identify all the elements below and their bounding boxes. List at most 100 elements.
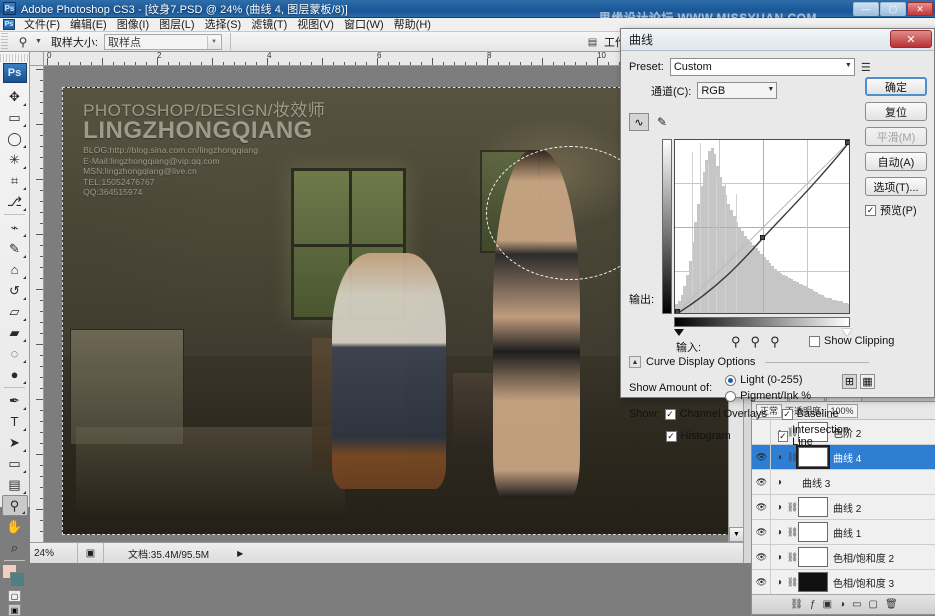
curve-control-point[interactable] <box>845 140 850 145</box>
minimize-button[interactable]: — <box>853 2 879 16</box>
toolbox-grip[interactable] <box>0 54 29 62</box>
close-icon[interactable]: ✕ <box>890 30 932 48</box>
options-bar-grip[interactable] <box>1 33 8 51</box>
layer-mask-thumbnail[interactable] <box>798 522 828 542</box>
menu-item-edit[interactable]: 编辑(E) <box>65 18 112 32</box>
black-point-eyedropper-icon[interactable]: ⚲ <box>731 334 741 350</box>
visibility-toggle-icon[interactable]: 👁 <box>753 570 771 594</box>
sample-size-select[interactable]: 取样点 ▼ <box>104 34 222 50</box>
curve-point-icon[interactable]: ∿ <box>629 113 649 131</box>
layer-mask-thumbnail[interactable] <box>798 447 828 467</box>
auto-button[interactable]: 自动(A) <box>865 152 927 171</box>
maximize-button[interactable]: ▢ <box>880 2 906 16</box>
color-swatches[interactable] <box>2 564 28 588</box>
layer-row-curves-1[interactable]: 👁 ◑ ⛓ 曲线 1 <box>752 520 935 545</box>
brush-tool[interactable]: ✎ <box>2 238 28 259</box>
path-selection-tool[interactable]: ➤ <box>2 432 28 453</box>
channel-overlays-checkbox[interactable]: ✓ <box>665 409 676 420</box>
close-button[interactable]: ✕ <box>907 2 933 16</box>
magic-wand-tool[interactable]: ✳ <box>2 149 28 170</box>
layer-mask-thumbnail[interactable] <box>798 572 828 592</box>
collapse-triangle-icon[interactable]: ▲ <box>629 356 641 368</box>
show-clipping-row[interactable]: ✓ Show Clipping <box>809 335 894 347</box>
baseline-checkbox[interactable]: ✓ <box>782 409 793 420</box>
gradient-tool[interactable]: ▰ <box>2 322 28 343</box>
blur-tool[interactable]: ◌ <box>2 343 28 364</box>
hand-tool[interactable]: ✋ <box>2 516 28 537</box>
channel-overlays-row[interactable]: ✓ Channel Overlays <box>665 408 777 420</box>
curve-control-point[interactable] <box>675 309 680 314</box>
screen-mode-icon[interactable]: ▣ <box>8 604 21 616</box>
eyedropper-tool[interactable]: ⚲ <box>2 495 28 516</box>
zoom-level-field[interactable]: 24% <box>30 543 78 563</box>
delete-icon[interactable]: 🗑 <box>885 599 898 610</box>
chevron-down-icon[interactable]: ▼ <box>35 38 42 45</box>
clone-stamp-tool[interactable]: ⌂ <box>2 259 28 280</box>
preset-menu-icon[interactable]: ☰ <box>861 61 871 74</box>
visibility-toggle-icon[interactable]: 👁 <box>753 445 771 469</box>
layer-mask-thumbnail[interactable] <box>798 497 828 517</box>
chain-link-icon[interactable]: ⛓ <box>787 452 798 463</box>
light-radio[interactable] <box>725 375 736 386</box>
menu-item-file[interactable]: 文件(F) <box>19 18 65 32</box>
fx-icon[interactable]: ƒ <box>810 599 816 610</box>
histogram-checkbox[interactable]: ✓ <box>666 431 677 442</box>
layer-row-curves-2[interactable]: 👁 ◑ ⛓ 曲线 2 <box>752 495 935 520</box>
layer-row-curves-4[interactable]: 👁 ◑ ⛓ 曲线 4 <box>752 445 935 470</box>
baseline-row[interactable]: ✓ Baseline <box>782 408 839 420</box>
ok-button[interactable]: 确定 <box>865 77 927 96</box>
healing-brush-tool[interactable]: ⌁ <box>2 217 28 238</box>
menu-item-view[interactable]: 视图(V) <box>292 18 339 32</box>
link-icon[interactable]: ⛓ <box>790 599 803 610</box>
scroll-down-icon[interactable]: ▼ <box>729 527 744 542</box>
history-brush-tool[interactable]: ↺ <box>2 280 28 301</box>
status-expand-arrow-icon[interactable]: ▶ <box>237 549 243 558</box>
visibility-toggle-icon[interactable]: 👁 <box>753 520 771 544</box>
visibility-toggle-icon[interactable]: 👁 <box>753 495 771 519</box>
adjustment-icon[interactable]: ◑ <box>839 599 845 610</box>
menu-item-select[interactable]: 选择(S) <box>200 18 247 32</box>
group-icon[interactable]: ▭ <box>852 599 861 610</box>
menu-item-window[interactable]: 窗口(W) <box>339 18 389 32</box>
mask-icon[interactable]: ▣ <box>823 599 832 610</box>
background-color-swatch[interactable] <box>10 572 25 587</box>
grid-quarter-icon[interactable]: ⊞ <box>842 374 857 389</box>
marquee-tool[interactable]: ▭ <box>2 107 28 128</box>
slice-tool[interactable]: ⎇ <box>2 191 28 212</box>
layer-mask-thumbnail[interactable] <box>798 547 828 567</box>
chain-link-icon[interactable]: ⛓ <box>787 552 798 563</box>
menu-item-filter[interactable]: 滤镜(T) <box>246 18 292 32</box>
gray-point-eyedropper-icon[interactable]: ⚲ <box>751 334 761 350</box>
curve-control-point[interactable] <box>760 235 765 240</box>
chain-link-icon[interactable]: ⛓ <box>787 502 798 513</box>
preview-checkbox[interactable]: ✓ <box>865 205 876 216</box>
histogram-row[interactable]: ✓ Histogram <box>666 430 773 442</box>
chain-link-icon[interactable]: ⛓ <box>787 577 798 588</box>
rectangle-shape-tool[interactable]: ▭ <box>2 453 28 474</box>
white-point-eyedropper-icon[interactable]: ⚲ <box>770 334 780 350</box>
intersection-line-checkbox[interactable]: ✓ <box>778 431 789 442</box>
light-radio-row[interactable]: Light (0-255) <box>725 374 811 386</box>
visibility-toggle-icon[interactable]: 👁 <box>753 545 771 569</box>
layer-row-huesat-3[interactable]: 👁 ◑ ⛓ 色相/饱和度 3 <box>752 570 935 594</box>
curve-graph[interactable] <box>674 139 850 314</box>
pen-tool[interactable]: ✒ <box>2 390 28 411</box>
curve-display-options-header[interactable]: ▲ Curve Display Options <box>629 356 869 368</box>
intersection-line-row[interactable]: ✓ Intersection Line <box>778 424 869 448</box>
show-clipping-checkbox[interactable]: ✓ <box>809 336 820 347</box>
pigment-radio[interactable] <box>725 391 736 402</box>
preview-row[interactable]: ✓ 预览(P) <box>865 202 927 218</box>
pencil-icon[interactable]: ✎ <box>653 113 671 131</box>
eraser-tool[interactable]: ▱ <box>2 301 28 322</box>
chain-link-icon[interactable]: ⛓ <box>787 527 798 538</box>
options-button[interactable]: 选项(T)... <box>865 177 927 196</box>
new-layer-icon[interactable]: ▢ <box>869 599 878 610</box>
crop-tool[interactable]: ⌗ <box>2 170 28 191</box>
document-icon[interactable]: ▣ <box>78 543 104 563</box>
menu-item-image[interactable]: 图像(I) <box>112 18 154 32</box>
menu-item-help[interactable]: 帮助(H) <box>389 18 436 32</box>
curves-dialog-titlebar[interactable]: 曲线 ✕ <box>621 29 934 51</box>
lasso-tool[interactable]: ◯ <box>2 128 28 149</box>
visibility-toggle-icon[interactable]: 👁 <box>753 470 771 494</box>
layer-row-curves-3[interactable]: 👁 ◑ 曲线 3 <box>752 470 935 495</box>
